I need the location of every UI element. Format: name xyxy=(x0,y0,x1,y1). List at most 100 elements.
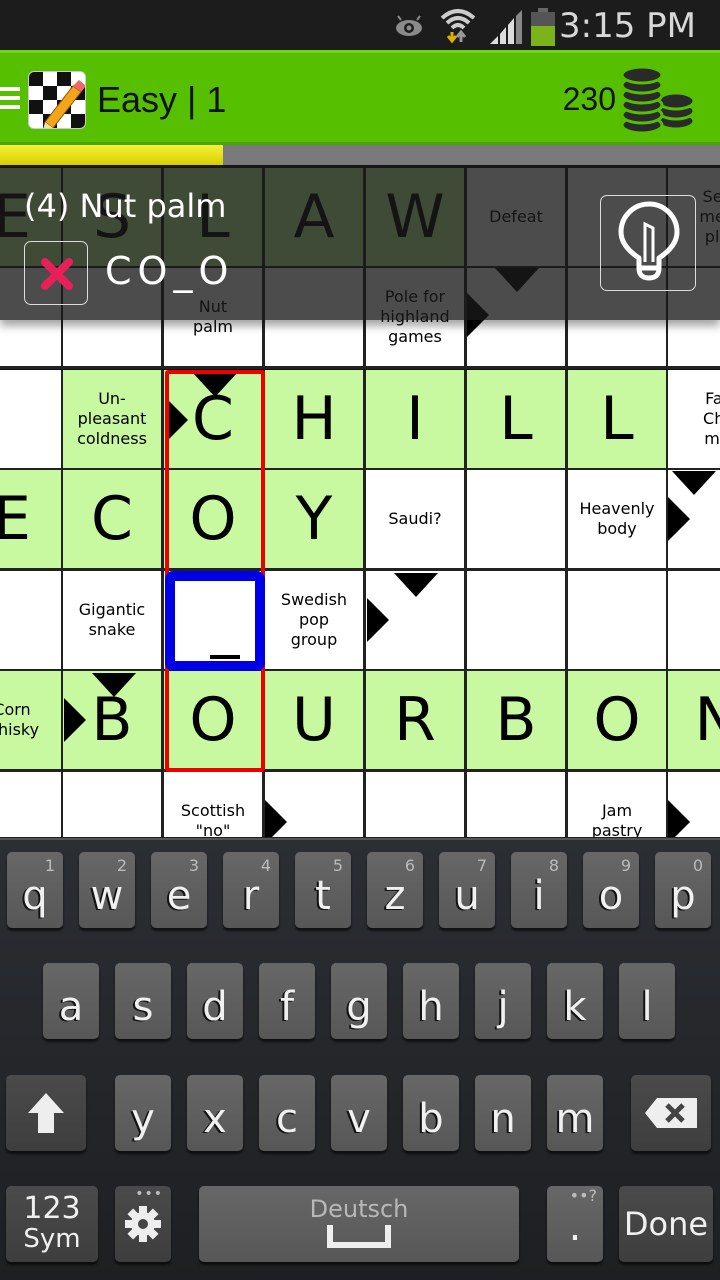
done-key[interactable]: Done xyxy=(619,1186,713,1262)
letter-cell[interactable]: E xyxy=(0,470,64,571)
key-c[interactable]: c xyxy=(259,1075,315,1151)
key-label: f xyxy=(279,984,295,1030)
cell-letter: R xyxy=(394,685,436,755)
empty-cell[interactable] xyxy=(366,772,467,837)
key-h[interactable]: h xyxy=(403,963,459,1039)
empty-cell[interactable] xyxy=(467,772,568,837)
key-x[interactable]: x xyxy=(187,1075,243,1151)
current-clue: (4) Nut palm xyxy=(24,187,227,225)
letter-cell[interactable]: L xyxy=(568,370,669,471)
clue-cell[interactable]: Fat Chr ma xyxy=(668,370,720,471)
cell-letter: O xyxy=(593,685,641,755)
key-m[interactable]: m xyxy=(547,1075,603,1151)
hint-button[interactable] xyxy=(600,195,696,291)
settings-key[interactable]: ••• xyxy=(115,1186,171,1262)
key-q[interactable]: q1 xyxy=(7,852,63,928)
key-w[interactable]: w2 xyxy=(79,852,135,928)
key-k[interactable]: k xyxy=(547,963,603,1039)
space-key[interactable]: Deutsch xyxy=(199,1186,519,1262)
key-b[interactable]: b xyxy=(403,1075,459,1151)
key-t[interactable]: t5 xyxy=(295,852,351,928)
empty-cell[interactable] xyxy=(63,772,164,837)
key-label: a xyxy=(58,984,84,1030)
empty-cell[interactable] xyxy=(0,370,64,471)
period-key-label: . xyxy=(568,1204,582,1250)
letter-cell[interactable]: N xyxy=(668,671,720,772)
arrow-right-icon xyxy=(265,800,287,837)
clue-cell[interactable]: Heavenly body xyxy=(568,470,669,571)
clue-cell[interactable]: Jam pastry xyxy=(568,772,669,837)
key-number-hint: 5 xyxy=(332,856,343,875)
app-bar: Easy | 1 230 xyxy=(0,50,720,145)
crossword-pencil-logo[interactable] xyxy=(28,71,86,129)
clue-cell[interactable]: Scottish "no" xyxy=(164,772,265,837)
coins-count: 230 xyxy=(562,81,616,117)
empty-cell[interactable] xyxy=(467,470,568,571)
key-l[interactable]: l xyxy=(619,963,675,1039)
letter-cell[interactable]: O xyxy=(568,671,669,772)
key-label: q xyxy=(22,873,48,919)
key-label: r xyxy=(242,873,260,919)
symbols-key[interactable]: 123 Sym xyxy=(6,1186,98,1262)
wifi-icon xyxy=(440,9,476,44)
key-n[interactable]: n xyxy=(475,1075,531,1151)
hamburger-menu-icon[interactable] xyxy=(0,87,20,113)
empty-cell[interactable] xyxy=(668,571,720,672)
key-number-hint: 0 xyxy=(692,856,703,875)
letter-cell[interactable]: H xyxy=(265,370,366,471)
key-e[interactable]: e3 xyxy=(151,852,207,928)
key-r[interactable]: r4 xyxy=(223,852,279,928)
key-number-hint: 2 xyxy=(116,856,127,875)
clear-answer-button[interactable] xyxy=(24,241,88,305)
key-p[interactable]: p0 xyxy=(655,852,711,928)
key-v[interactable]: v xyxy=(331,1075,387,1151)
key-d[interactable]: d xyxy=(187,963,243,1039)
key-i[interactable]: i8 xyxy=(511,852,567,928)
key-j[interactable]: j xyxy=(475,963,531,1039)
active-cell[interactable] xyxy=(165,571,265,671)
key-s[interactable]: s xyxy=(115,963,171,1039)
coin-stack-icon[interactable] xyxy=(620,65,702,133)
key-a[interactable]: a xyxy=(43,963,99,1039)
backspace-icon xyxy=(645,1098,697,1128)
clue-cell[interactable]: Saudi? xyxy=(366,470,467,571)
key-f[interactable]: f xyxy=(259,963,315,1039)
symbols-key-label-1: 123 xyxy=(23,1191,81,1226)
letter-cell[interactable]: C xyxy=(63,470,164,571)
key-g[interactable]: g xyxy=(331,963,387,1039)
key-z[interactable]: z6 xyxy=(367,852,423,928)
cell-clue: Saudi? xyxy=(388,509,442,528)
key-o[interactable]: o9 xyxy=(583,852,639,928)
cell-clue: Heavenly body xyxy=(579,499,655,538)
arrow-down-icon xyxy=(672,471,716,495)
arrow-down-icon xyxy=(92,673,136,697)
key-y[interactable]: y xyxy=(115,1075,171,1151)
period-key[interactable]: ••? . xyxy=(547,1186,603,1262)
letter-cell[interactable]: R xyxy=(366,671,467,772)
letter-cell[interactable]: Y xyxy=(265,470,366,571)
clue-cell[interactable]: Swedish pop group xyxy=(265,571,366,672)
key-label: i xyxy=(533,873,545,919)
backspace-key[interactable] xyxy=(631,1075,711,1151)
letter-cell[interactable]: I xyxy=(366,370,467,471)
cell-clue: Swedish pop group xyxy=(280,590,348,649)
cell-letter: L xyxy=(499,384,533,454)
empty-cell[interactable] xyxy=(568,571,669,672)
clue-cell[interactable]: Corn whisky xyxy=(0,671,64,772)
shift-key[interactable] xyxy=(6,1075,86,1151)
clue-cell[interactable]: Gigantic snake xyxy=(63,571,164,672)
battery-icon xyxy=(531,8,555,46)
letter-cell[interactable]: U xyxy=(265,671,366,772)
letter-cell[interactable]: L xyxy=(467,370,568,471)
empty-cell[interactable] xyxy=(0,772,64,837)
current-answer: CO_O xyxy=(105,249,235,293)
empty-cell[interactable] xyxy=(467,571,568,672)
key-label: t xyxy=(315,873,331,919)
key-u[interactable]: u7 xyxy=(439,852,495,928)
empty-cell[interactable] xyxy=(0,571,64,672)
period-key-alt: ••? xyxy=(569,1186,597,1205)
key-number-hint: 8 xyxy=(548,856,559,875)
arrow-right-icon xyxy=(668,497,690,541)
clue-cell[interactable]: Un- pleasant coldness xyxy=(63,370,164,471)
letter-cell[interactable]: B xyxy=(467,671,568,772)
